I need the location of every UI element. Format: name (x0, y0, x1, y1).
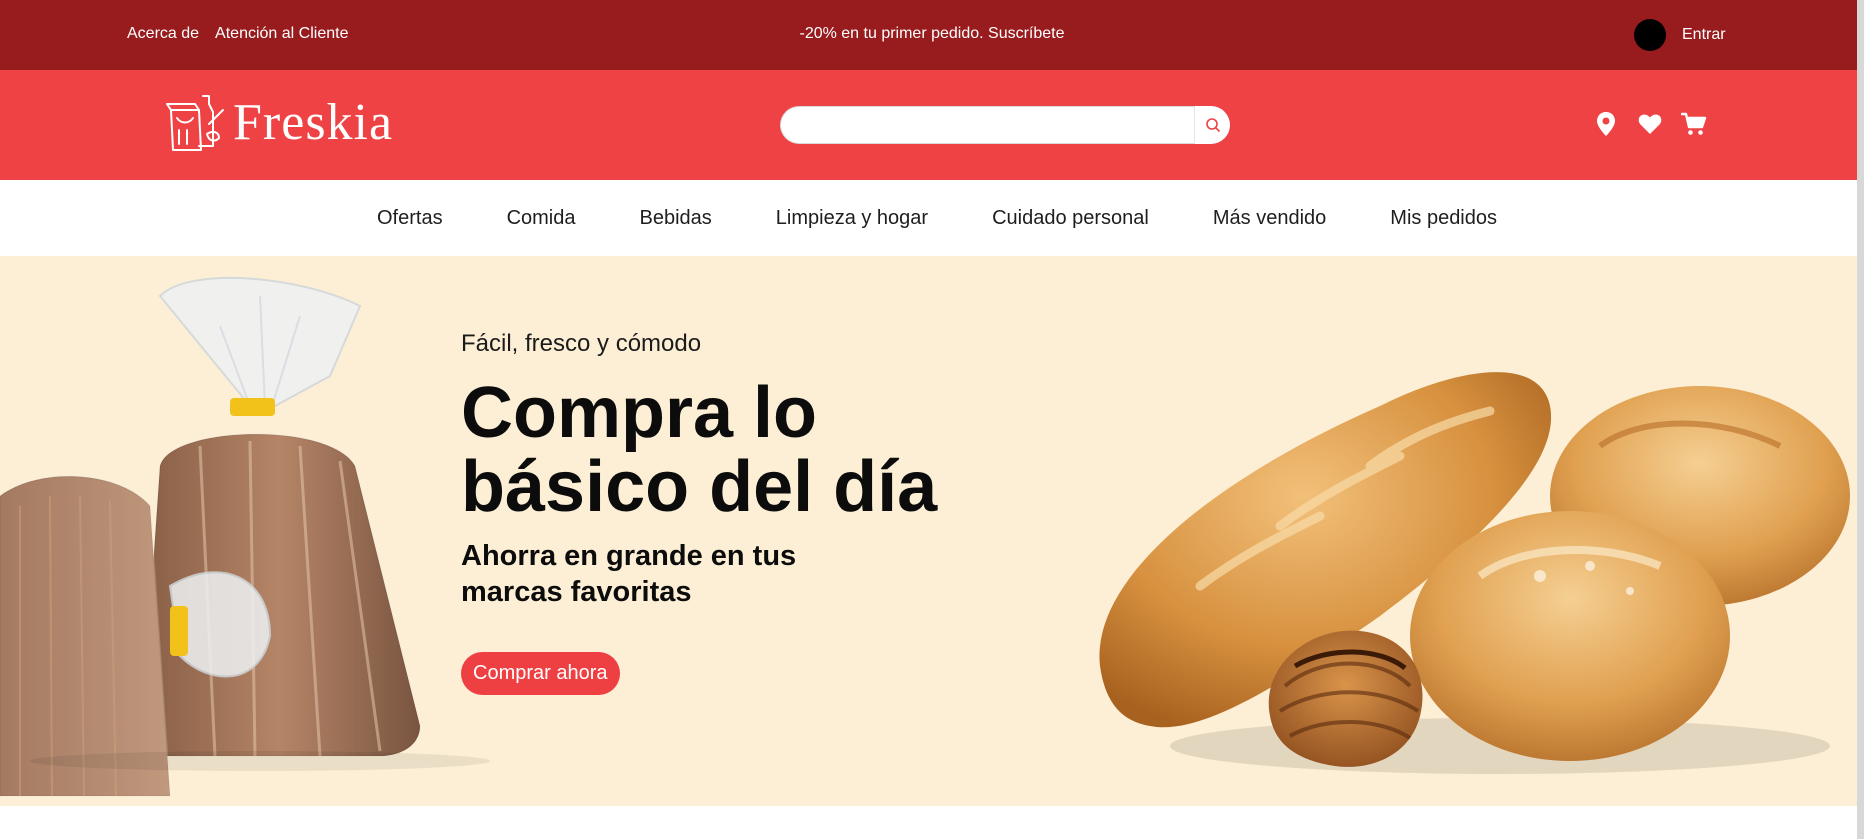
nav-item-cuidado-personal[interactable]: Cuidado personal (992, 207, 1149, 230)
main-header: Freskia (0, 70, 1864, 180)
hero-tagline: Fácil, fresco y cómodo (461, 330, 702, 357)
brand-logo[interactable]: Freskia (165, 90, 393, 154)
top-links: Acerca de Atención al Cliente (127, 25, 348, 43)
promo-bar: Acerca de Atención al Cliente -20% en tu… (0, 0, 1864, 70)
search-input[interactable] (780, 106, 1195, 144)
nav-item-mis-pedidos[interactable]: Mis pedidos (1390, 207, 1497, 230)
promo-text[interactable]: -20% en tu primer pedido. Suscríbete (799, 25, 1064, 42)
cart-icon[interactable] (1681, 110, 1707, 138)
avatar[interactable] (1634, 19, 1666, 51)
shop-now-button[interactable]: Comprar ahora (461, 652, 620, 695)
location-pin-icon[interactable] (1593, 110, 1619, 138)
nav-item-ofertas[interactable]: Ofertas (377, 207, 443, 230)
login-link[interactable]: Entrar (1682, 26, 1726, 44)
nav-item-limpieza-hogar[interactable]: Limpieza y hogar (776, 207, 928, 230)
grocery-bag-icon (166, 95, 224, 151)
search-icon (1205, 118, 1220, 133)
hero-text: Fácil, fresco y cómodo Compra lo básico … (461, 330, 1021, 695)
scrollbar-track[interactable] (1857, 0, 1864, 839)
search-bar (780, 106, 1230, 144)
hero-subhead: Ahorra en grande en tus marcas favoritas (461, 540, 797, 608)
page: Acerca de Atención al Cliente -20% en tu… (0, 0, 1864, 839)
category-nav: Ofertas Comida Bebidas Limpieza y hogar … (0, 180, 1864, 256)
search-button[interactable] (1194, 106, 1230, 144)
page-bottom (0, 806, 1864, 839)
nav-item-comida[interactable]: Comida (507, 207, 576, 230)
hero-headline: Compra lo básico del día (461, 373, 938, 527)
nav-item-bebidas[interactable]: Bebidas (640, 207, 712, 230)
hero-banner: Fácil, fresco y cómodo Compra lo básico … (0, 256, 1864, 806)
bagged-bread-image (0, 276, 490, 797)
fresh-bread-image (1099, 372, 1850, 774)
header-actions (1593, 110, 1707, 138)
about-link[interactable]: Acerca de (127, 25, 199, 43)
brand-name: Freskia (233, 93, 394, 151)
account-area[interactable]: Entrar (1634, 19, 1726, 51)
nav-item-mas-vendido[interactable]: Más vendido (1213, 207, 1326, 230)
customer-service-link[interactable]: Atención al Cliente (215, 25, 348, 43)
heart-icon[interactable] (1637, 110, 1663, 138)
